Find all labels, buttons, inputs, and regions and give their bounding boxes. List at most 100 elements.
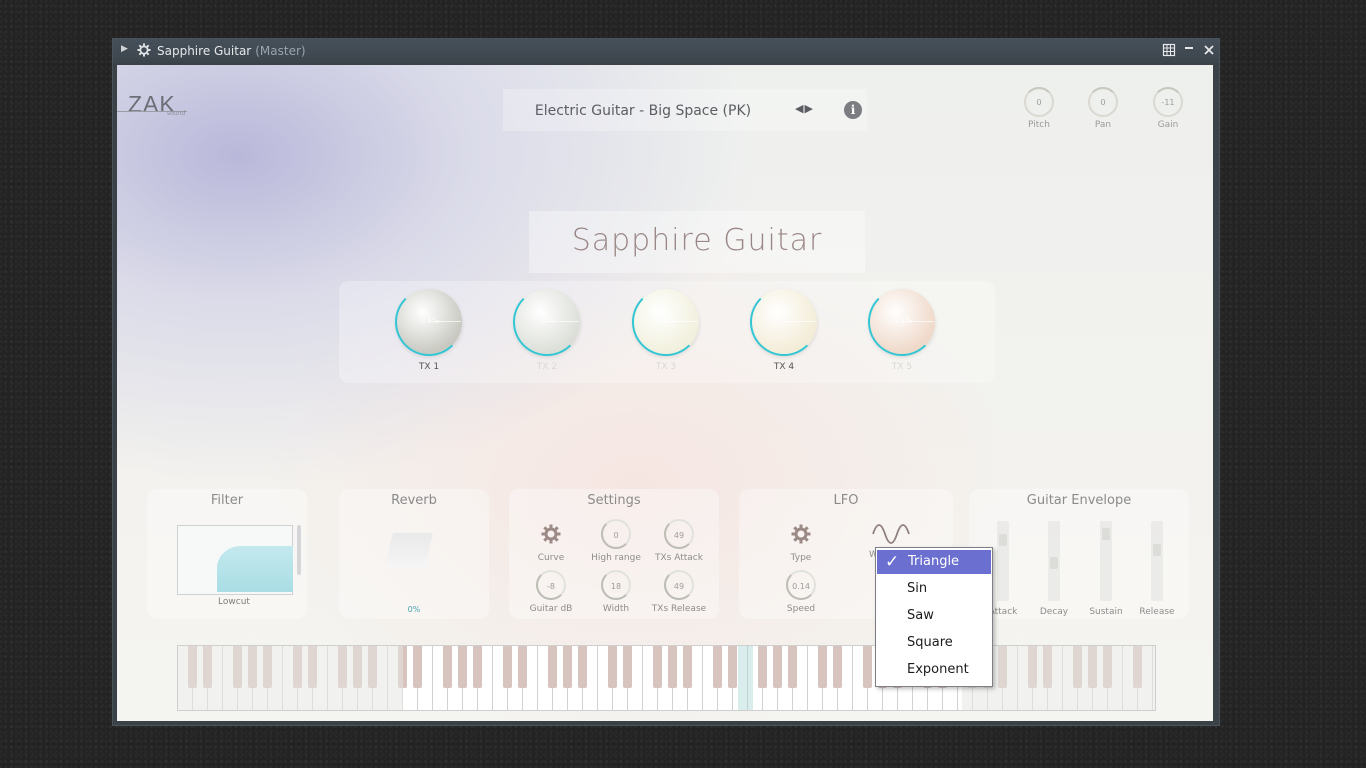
black-key[interactable] xyxy=(788,646,797,688)
sustain-slider[interactable] xyxy=(1100,521,1112,601)
close-icon[interactable] xyxy=(1201,42,1217,58)
tx5-knob-dial[interactable]: -26% xyxy=(868,288,936,356)
high-range-ring[interactable]: 0 xyxy=(601,519,631,549)
sustain-slider-thumb[interactable] xyxy=(1102,528,1110,540)
tx3-knob-dial[interactable]: 52% xyxy=(632,288,700,356)
piano-keyboard[interactable] xyxy=(177,645,1156,711)
tx5-knob[interactable]: -26% TX 5 xyxy=(867,288,937,372)
black-key[interactable] xyxy=(668,646,677,688)
menu-item-exponent[interactable]: Exponent xyxy=(876,658,990,682)
menu-item-sin[interactable]: Sin xyxy=(876,577,990,601)
menu-item-label: Saw xyxy=(907,608,934,623)
black-key[interactable] xyxy=(653,646,662,688)
guitar-db-value: -8 xyxy=(547,582,555,591)
black-key[interactable] xyxy=(458,646,467,688)
txs-attack-ring[interactable]: 49 xyxy=(664,519,694,549)
collapse-arrow-icon[interactable]: ▶ xyxy=(121,44,128,54)
black-key[interactable] xyxy=(443,646,452,688)
black-key[interactable] xyxy=(608,646,617,688)
reverb-control[interactable] xyxy=(385,533,433,569)
black-key[interactable] xyxy=(548,646,557,688)
txs-attack-knob[interactable]: 49 TXs Attack xyxy=(655,519,703,563)
menu-item-square[interactable]: Square xyxy=(876,631,990,655)
tx4-knob-dial[interactable] xyxy=(750,288,818,356)
instrument-title: Sapphire Guitar xyxy=(571,223,823,258)
black-key[interactable] xyxy=(758,646,767,688)
lfo-type-control[interactable]: Type xyxy=(781,519,821,563)
menu-item-label: Sin xyxy=(907,581,928,596)
tx3-knob[interactable]: 52% TX 3 xyxy=(631,288,701,372)
black-key[interactable] xyxy=(563,646,572,688)
decay-slider[interactable] xyxy=(1048,521,1060,601)
plugin-panel: ZAK sound Electric Guitar - Big Space (P… xyxy=(117,65,1213,721)
black-key[interactable] xyxy=(503,646,512,688)
preset-selector[interactable]: Electric Guitar - Big Space (PK) ◀▶ i xyxy=(503,89,867,131)
settings-title: Settings xyxy=(587,493,641,508)
txs-release-ring[interactable]: 49 xyxy=(664,570,694,600)
detach-grid-icon[interactable] xyxy=(1161,42,1177,58)
root-key-marker xyxy=(738,646,753,710)
filter-type-label: Lowcut xyxy=(218,597,250,607)
envelope-section: Guitar Envelope Attack Decay Sustain Rel… xyxy=(969,489,1189,619)
menu-item-triangle[interactable]: ✓ Triangle xyxy=(877,550,991,574)
filter-scrollbar[interactable] xyxy=(297,525,301,575)
minimize-icon[interactable] xyxy=(1181,42,1197,58)
black-key[interactable] xyxy=(518,646,527,688)
menu-item-label: Exponent xyxy=(907,662,969,677)
gear-icon[interactable] xyxy=(137,43,151,57)
plugin-window: ▶ Sapphire Guitar (Master) ZAK sound Ele… xyxy=(112,38,1220,726)
black-key[interactable] xyxy=(818,646,827,688)
preset-name[interactable]: Electric Guitar - Big Space (PK) xyxy=(503,103,783,119)
lfo-speed-label: Speed xyxy=(786,604,816,614)
lfo-speed-ring[interactable]: 0.14 xyxy=(786,570,816,600)
tx2-knob-dial[interactable]: -6% xyxy=(513,288,581,356)
title-bar[interactable]: ▶ Sapphire Guitar (Master) xyxy=(113,39,1219,63)
width-knob[interactable]: 18 Width xyxy=(596,570,636,614)
attack-slider[interactable] xyxy=(997,521,1009,601)
release-slider[interactable] xyxy=(1151,521,1163,601)
tx1-value: -18% xyxy=(418,316,440,325)
black-key[interactable] xyxy=(473,646,482,688)
tx1-knob-dial[interactable]: -18% xyxy=(395,288,463,356)
lfo-type-gear-icon[interactable] xyxy=(786,519,816,549)
guitar-db-knob[interactable]: -8 Guitar dB xyxy=(530,570,572,614)
sine-wave-icon[interactable] xyxy=(871,522,911,546)
info-icon[interactable]: i xyxy=(844,101,862,119)
pitch-knob[interactable]: 0 Pitch xyxy=(1022,87,1056,130)
menu-item-label: Triangle xyxy=(908,554,960,569)
attack-slider-thumb[interactable] xyxy=(999,534,1007,546)
black-key[interactable] xyxy=(578,646,587,688)
lfo-speed-knob[interactable]: 0.14 Speed xyxy=(781,570,821,614)
curve-control[interactable]: Curve xyxy=(531,519,571,563)
black-key[interactable] xyxy=(713,646,722,688)
pan-knob[interactable]: 0 Pan xyxy=(1086,87,1120,130)
tx2-knob[interactable]: -6% TX 2 xyxy=(512,288,582,372)
menu-item-saw[interactable]: Saw xyxy=(876,604,990,628)
tx4-label: TX 4 xyxy=(773,362,795,372)
tx4-knob[interactable]: TX 4 xyxy=(749,288,819,372)
guitar-db-ring[interactable]: -8 xyxy=(536,570,566,600)
pitch-knob-ring[interactable]: 0 xyxy=(1024,87,1054,117)
window-subtitle: (Master) xyxy=(255,44,306,58)
release-slider-thumb[interactable] xyxy=(1153,544,1161,556)
black-key[interactable] xyxy=(863,646,872,688)
preset-nav-arrows-icon[interactable]: ◀▶ xyxy=(795,102,814,115)
black-key[interactable] xyxy=(728,646,737,688)
pan-knob-ring[interactable]: 0 xyxy=(1088,87,1118,117)
filter-section: Filter Lowcut xyxy=(147,489,307,619)
black-key[interactable] xyxy=(833,646,842,688)
black-key[interactable] xyxy=(623,646,632,688)
tx1-knob[interactable]: -18% TX 1 xyxy=(394,288,464,372)
curve-gear-icon[interactable] xyxy=(536,519,566,549)
black-key[interactable] xyxy=(413,646,422,688)
filter-graph[interactable] xyxy=(177,525,293,595)
gain-knob-ring[interactable]: -11 xyxy=(1153,87,1183,117)
decay-slider-thumb[interactable] xyxy=(1050,557,1058,569)
high-range-knob[interactable]: 0 High range xyxy=(591,519,641,563)
width-ring[interactable]: 18 xyxy=(601,570,631,600)
gain-knob[interactable]: -11 Gain xyxy=(1151,87,1185,130)
txs-release-knob[interactable]: 49 TXs Release xyxy=(652,570,706,614)
window-title: Sapphire Guitar (Master) xyxy=(157,44,306,58)
black-key[interactable] xyxy=(773,646,782,688)
black-key[interactable] xyxy=(683,646,692,688)
